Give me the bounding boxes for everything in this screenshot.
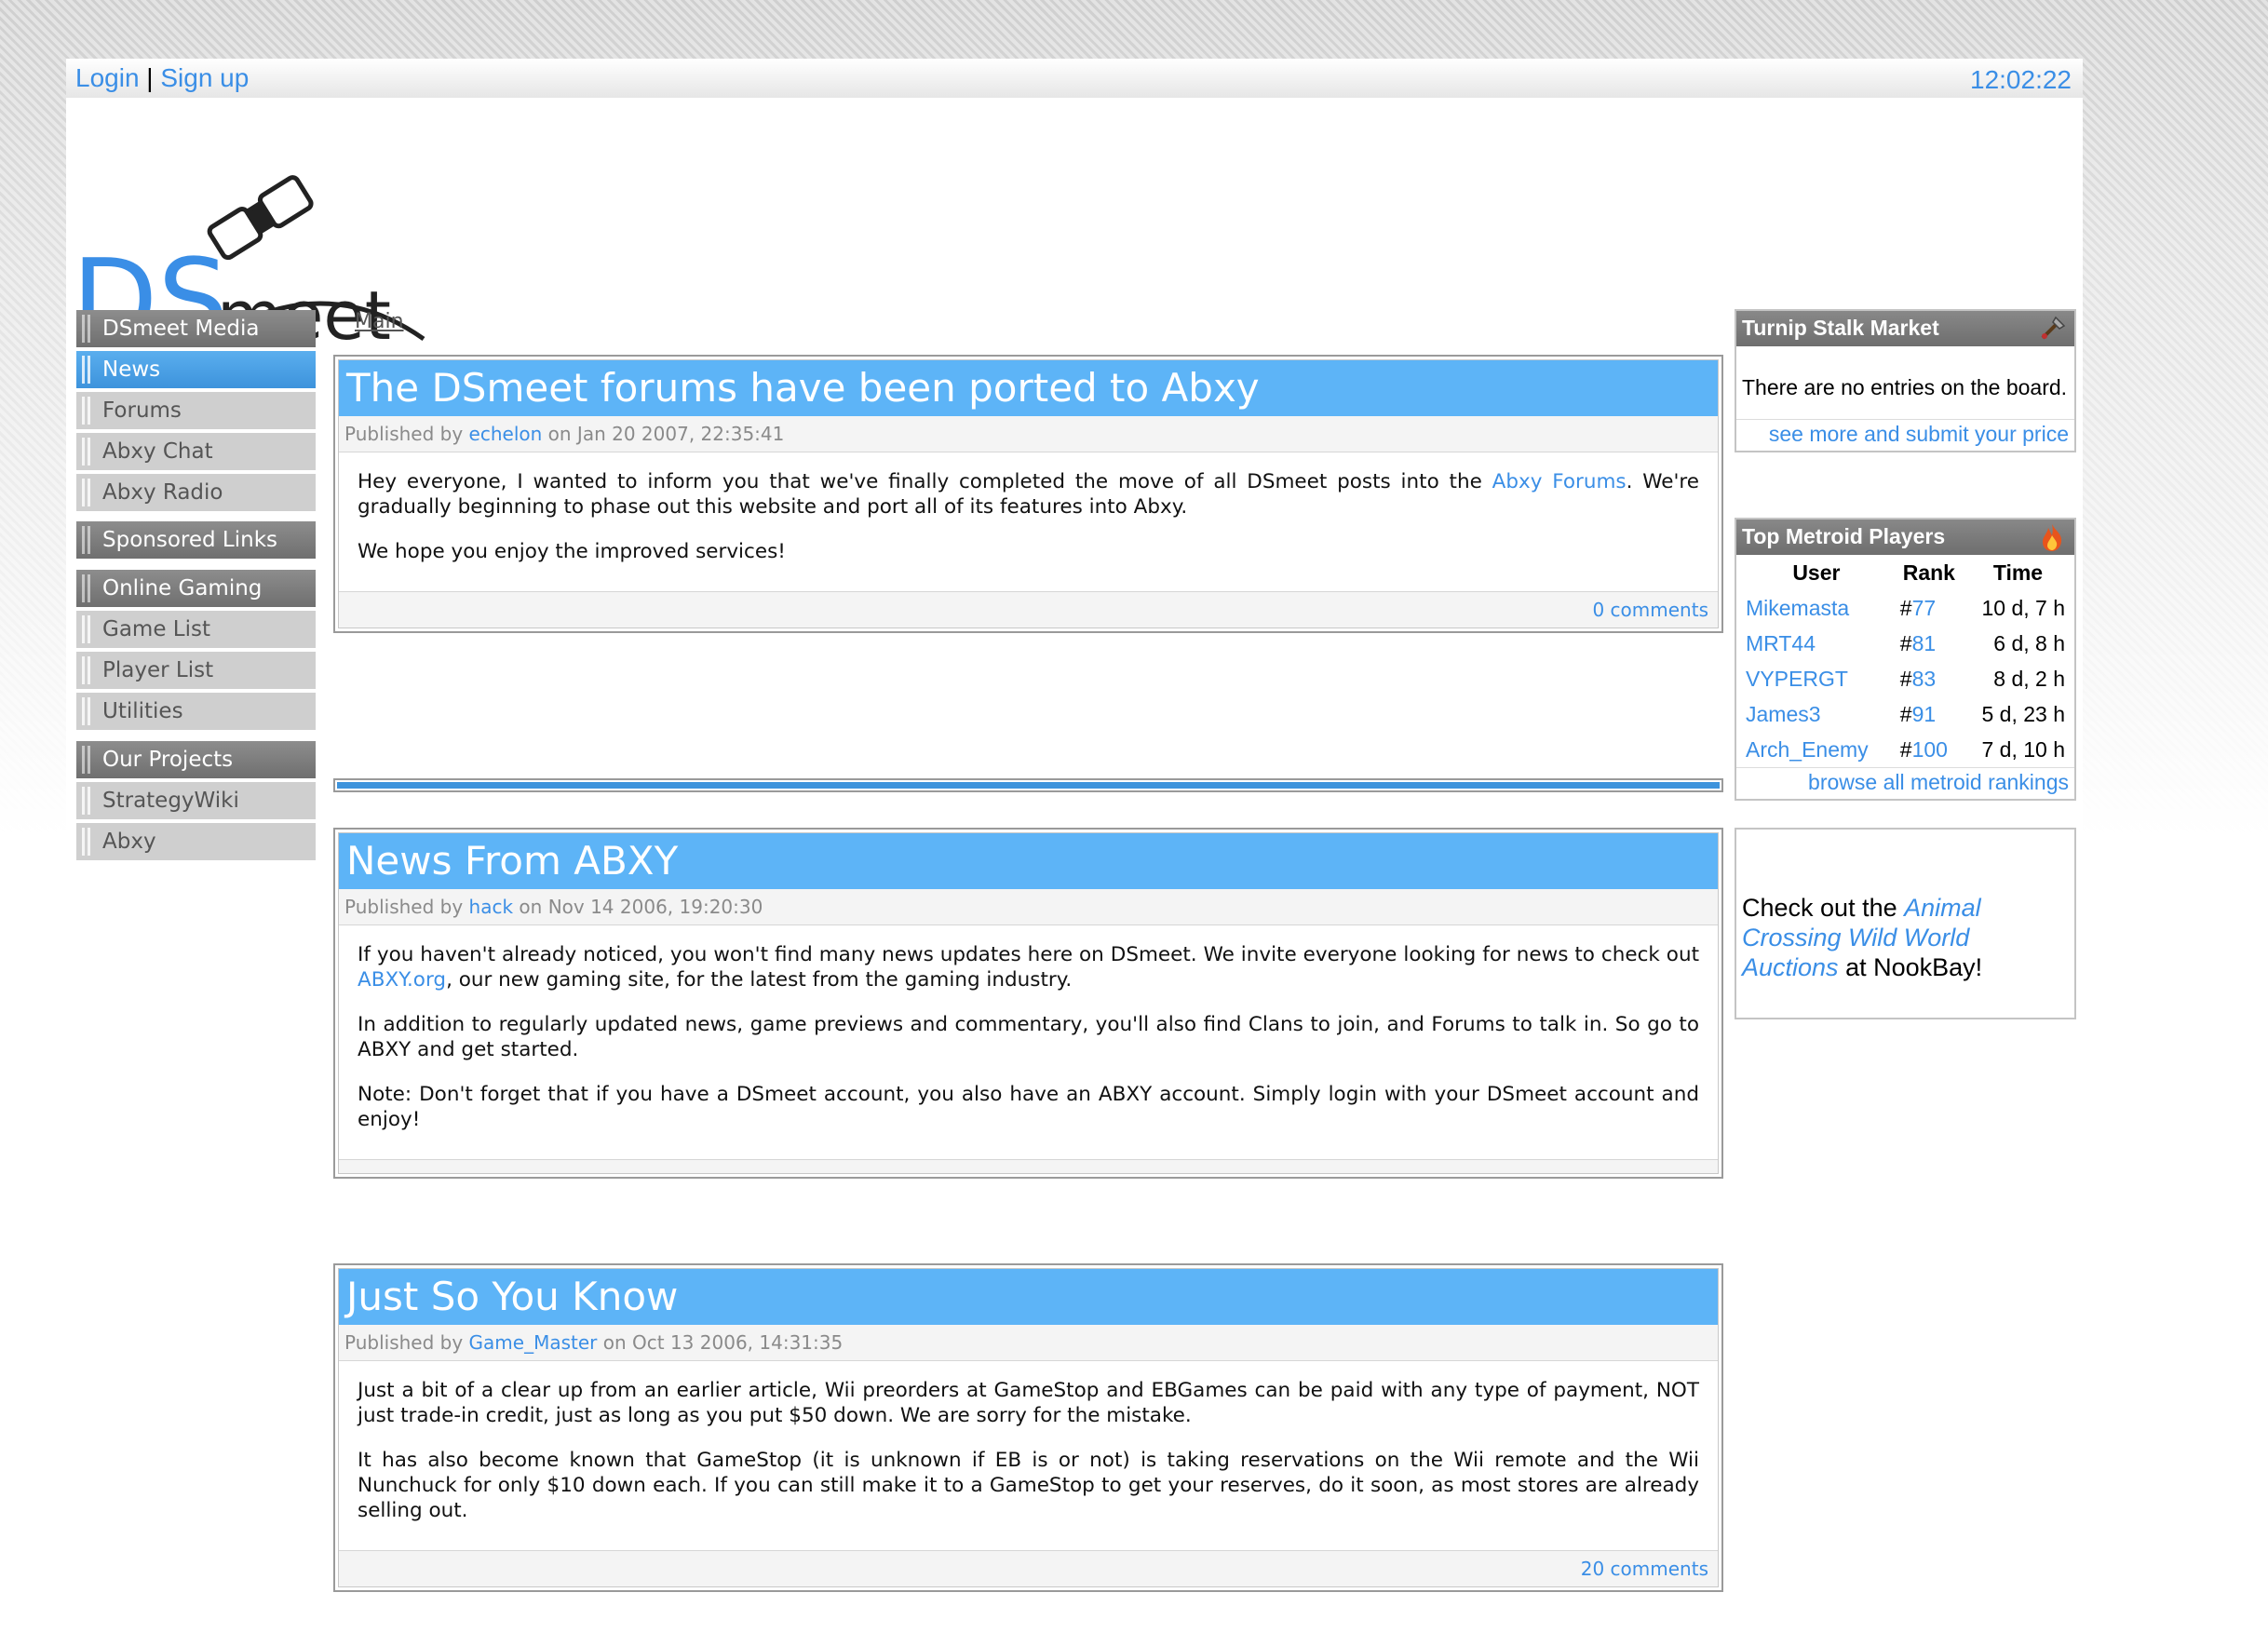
article-title[interactable]: News From ABXY bbox=[339, 833, 1718, 889]
rank-link[interactable]: 100 bbox=[1912, 737, 1948, 762]
nav-item-game-list[interactable]: Game List bbox=[76, 611, 316, 648]
article-body: If you haven't already noticed, you won'… bbox=[358, 943, 1699, 1131]
article-meta: Published by echelon on Jan 20 2007, 22:… bbox=[339, 416, 1718, 452]
comments-link[interactable]: 0 comments bbox=[1592, 599, 1708, 621]
nav-item-player-list[interactable]: Player List bbox=[76, 652, 316, 689]
player-link[interactable]: James3 bbox=[1746, 702, 1821, 726]
player-link[interactable]: Arch_Enemy bbox=[1746, 737, 1869, 762]
player-link[interactable]: VYPERGT bbox=[1746, 667, 1848, 691]
turnip-market-box: Turnip Stalk Market There are no entries… bbox=[1735, 309, 2076, 452]
nav-group-gaming: Online Gaming Game List Player List Util… bbox=[76, 570, 316, 734]
nookbay-promo: Check out the Animal Crossing Wild World… bbox=[1735, 828, 2076, 1019]
nav-group-sponsored: Sponsored Links bbox=[76, 521, 316, 562]
article-title[interactable]: Just So You Know bbox=[339, 1269, 1718, 1325]
table-row: MRT44 #81 6 d, 8 h bbox=[1746, 630, 2065, 655]
nav-item-utilities[interactable]: Utilities bbox=[76, 693, 316, 730]
nav-group-media: DSmeet Media News Forums Abxy Chat Abxy … bbox=[76, 310, 316, 515]
metroid-players-header: Top Metroid Players bbox=[1736, 520, 2074, 555]
auth-links: Login | Sign up bbox=[75, 59, 249, 98]
nav-heading: Our Projects bbox=[76, 741, 316, 778]
article-footer bbox=[339, 1159, 1718, 1173]
rank-link[interactable]: 81 bbox=[1912, 631, 1937, 655]
nav-heading: DSmeet Media bbox=[76, 310, 316, 347]
rank-link[interactable]: 83 bbox=[1912, 667, 1937, 691]
article-body: Hey everyone, I wanted to inform you tha… bbox=[358, 470, 1699, 563]
nav-item-abxy[interactable]: Abxy bbox=[76, 823, 316, 860]
nav-item-abxy-chat[interactable]: Abxy Chat bbox=[76, 433, 316, 470]
metroid-rankings-link[interactable]: browse all metroid rankings bbox=[1808, 770, 2069, 794]
table-row: James3 #91 5 d, 23 h bbox=[1746, 701, 2065, 726]
turnip-more-link[interactable]: see more and submit your price bbox=[1769, 422, 2069, 446]
article-meta: Published by hack on Nov 14 2006, 19:20:… bbox=[339, 889, 1718, 925]
metroid-rank-table: User Rank Time Mikemasta #77 10 d, 7 h M… bbox=[1736, 555, 2074, 767]
turnip-message: There are no entries on the board. bbox=[1742, 375, 2068, 399]
article: Just So You Know Published by Game_Maste… bbox=[333, 1263, 1723, 1592]
rank-link[interactable]: 91 bbox=[1912, 702, 1937, 726]
abxy-org-link[interactable]: ABXY.org bbox=[358, 968, 446, 992]
article: The DSmeet forums have been ported to Ab… bbox=[333, 355, 1723, 633]
table-row: VYPERGT #83 8 d, 2 h bbox=[1746, 666, 2065, 691]
metroid-players-box: Top Metroid Players User Rank Time Mikem… bbox=[1735, 518, 2076, 801]
article-footer: 0 comments bbox=[339, 591, 1718, 628]
nav-heading: Online Gaming bbox=[76, 570, 316, 607]
nav-group-projects: Our Projects StrategyWiki Abxy bbox=[76, 741, 316, 864]
clock: 12:02:22 bbox=[1970, 65, 2072, 94]
article-footer: 20 comments bbox=[339, 1550, 1718, 1586]
article: News From ABXY Published by hack on Nov … bbox=[333, 828, 1723, 1179]
nav-item-news[interactable]: News bbox=[76, 351, 316, 388]
table-row: Mikemasta #77 10 d, 7 h bbox=[1746, 595, 2065, 620]
top-bar: Login | Sign up 12:02:22 bbox=[66, 59, 2083, 98]
author-link[interactable]: Game_Master bbox=[469, 1331, 598, 1354]
fire-icon bbox=[2043, 524, 2062, 551]
login-link[interactable]: Login bbox=[75, 63, 140, 92]
breadcrumb-main[interactable]: Main bbox=[355, 310, 404, 333]
col-time: Time bbox=[1992, 560, 2044, 585]
shovel-icon bbox=[2041, 316, 2066, 340]
page: Login | Sign up 12:02:22 DS meet DSmeet … bbox=[66, 59, 2083, 1633]
player-link[interactable]: Mikemasta bbox=[1746, 596, 1849, 620]
separator-bar bbox=[333, 778, 1723, 792]
rank-link[interactable]: 77 bbox=[1912, 596, 1937, 620]
author-link[interactable]: hack bbox=[469, 896, 514, 918]
auth-separator: | bbox=[146, 63, 154, 92]
abxy-forums-link[interactable]: Abxy Forums bbox=[1492, 470, 1627, 493]
turnip-market-header: Turnip Stalk Market bbox=[1736, 311, 2074, 346]
article-title[interactable]: The DSmeet forums have been ported to Ab… bbox=[339, 360, 1718, 416]
nav-item-strategywiki[interactable]: StrategyWiki bbox=[76, 782, 316, 819]
nav-heading[interactable]: Sponsored Links bbox=[76, 521, 316, 559]
article-body: Just a bit of a clear up from an earlier… bbox=[358, 1379, 1699, 1522]
player-link[interactable]: MRT44 bbox=[1746, 631, 1816, 655]
comments-link[interactable]: 20 comments bbox=[1581, 1558, 1708, 1580]
nav-item-forums[interactable]: Forums bbox=[76, 392, 316, 429]
signup-link[interactable]: Sign up bbox=[160, 63, 249, 92]
col-user: User bbox=[1792, 560, 1841, 585]
author-link[interactable]: echelon bbox=[469, 423, 543, 445]
col-rank: Rank bbox=[1902, 560, 1955, 585]
article-meta: Published by Game_Master on Oct 13 2006,… bbox=[339, 1325, 1718, 1361]
nav-item-abxy-radio[interactable]: Abxy Radio bbox=[76, 474, 316, 511]
table-row: Arch_Enemy #100 7 d, 10 h bbox=[1746, 736, 2065, 762]
